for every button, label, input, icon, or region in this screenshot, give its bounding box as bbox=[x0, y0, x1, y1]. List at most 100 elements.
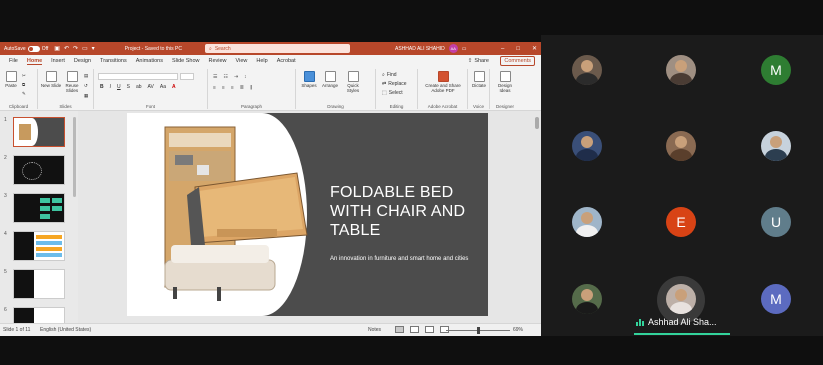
spacing-button[interactable]: AV bbox=[148, 84, 154, 90]
slide-thumbnail-4[interactable] bbox=[13, 231, 65, 261]
numbering-icon[interactable]: ☷ bbox=[223, 74, 227, 80]
group-clipboard: Paste ✂ ⧉ ✎ Clipboard bbox=[0, 69, 38, 109]
indent-icon[interactable]: ⇥ bbox=[234, 74, 238, 80]
search-box[interactable]: ⌕ Search bbox=[205, 44, 350, 53]
align-center-icon[interactable]: ≡ bbox=[222, 85, 225, 91]
paste-icon bbox=[5, 71, 17, 82]
zoom-level[interactable]: 69% bbox=[513, 327, 523, 333]
tab-home[interactable]: Home bbox=[26, 58, 43, 65]
tab-view[interactable]: View bbox=[236, 58, 248, 64]
redo-icon[interactable]: ↷ bbox=[73, 45, 78, 52]
save-icon[interactable]: ▣ bbox=[54, 45, 60, 52]
arrange-button[interactable]: Arrange bbox=[320, 71, 340, 88]
columns-icon[interactable]: ⫼ bbox=[250, 85, 252, 91]
paste-button[interactable]: Paste bbox=[3, 71, 19, 88]
dictate-button[interactable]: Dictate bbox=[470, 71, 488, 88]
participant-1[interactable] bbox=[572, 55, 602, 85]
cut-icon[interactable]: ✂ bbox=[22, 73, 26, 79]
share-label: Share bbox=[474, 58, 489, 64]
current-slide[interactable]: FOLDABLE BED WITH CHAIR AND TABLE An inn… bbox=[127, 113, 488, 316]
replace-button[interactable]: ⇄ Replace bbox=[382, 81, 407, 87]
bullets-icon[interactable]: ☰ bbox=[213, 74, 217, 80]
font-size-input[interactable] bbox=[180, 73, 194, 80]
font-color-button[interactable]: A bbox=[172, 84, 176, 90]
slide-thumbnail-3[interactable] bbox=[13, 193, 65, 223]
slide-sorter-icon[interactable] bbox=[410, 326, 419, 333]
participant-m2[interactable]: M bbox=[761, 284, 791, 314]
italic-button[interactable]: I bbox=[110, 84, 111, 90]
participant-5[interactable] bbox=[666, 131, 696, 161]
participant-m[interactable]: M bbox=[761, 55, 791, 85]
reading-view-icon[interactable] bbox=[425, 326, 434, 333]
comments-button[interactable]: Comments bbox=[500, 56, 535, 66]
maximize-icon[interactable]: □ bbox=[516, 46, 520, 52]
thumbnail-scrollbar[interactable] bbox=[73, 117, 76, 197]
select-button[interactable]: ⬚ Select bbox=[382, 90, 403, 96]
present-icon[interactable]: ▭ bbox=[82, 45, 88, 52]
reuse-slides-icon bbox=[66, 71, 78, 82]
participant-10[interactable] bbox=[572, 284, 602, 314]
quick-styles-button[interactable]: Quick Styles bbox=[342, 71, 364, 93]
slide-thumbnail-5[interactable] bbox=[13, 269, 65, 299]
tab-transitions[interactable]: Transitions bbox=[100, 58, 127, 64]
create-pdf-button[interactable]: Create and Share Adobe PDF bbox=[421, 71, 465, 93]
autosave-toggle[interactable]: AutoSave Off bbox=[4, 45, 48, 52]
participant-u[interactable]: U bbox=[761, 207, 791, 237]
slide-subtitle[interactable]: An innovation in furniture and smart hom… bbox=[330, 255, 480, 263]
copy-icon[interactable]: ⧉ bbox=[22, 82, 25, 87]
slide-thumbnail-pane[interactable]: 1 2 3 4 5 6 bbox=[0, 111, 78, 323]
find-button[interactable]: ⌕ Find bbox=[382, 72, 397, 78]
shadow-button[interactable]: ab bbox=[136, 84, 142, 90]
slide-thumbnail-1[interactable] bbox=[13, 117, 65, 147]
tab-help[interactable]: Help bbox=[256, 58, 267, 64]
strikethrough-button[interactable]: S bbox=[127, 84, 130, 90]
close-icon[interactable]: ✕ bbox=[532, 45, 537, 52]
reset-icon[interactable]: ↺ bbox=[84, 83, 88, 89]
change-case-button[interactable]: Aa bbox=[160, 84, 166, 90]
shapes-button[interactable]: Shapes bbox=[299, 71, 319, 88]
reuse-slides-button[interactable]: Reuse Slides bbox=[62, 71, 82, 93]
align-right-icon[interactable]: ≡ bbox=[231, 85, 234, 91]
tab-review[interactable]: Review bbox=[209, 58, 227, 64]
normal-view-icon[interactable] bbox=[395, 326, 404, 333]
tab-insert[interactable]: Insert bbox=[51, 58, 65, 64]
share-button[interactable]: ⇪ Share bbox=[468, 56, 489, 66]
participant-4[interactable] bbox=[572, 131, 602, 161]
canvas-scrollbar[interactable] bbox=[535, 117, 539, 129]
slide-thumbnail-6[interactable] bbox=[13, 307, 65, 323]
participant-2[interactable] bbox=[666, 55, 696, 85]
participant-6[interactable] bbox=[761, 131, 791, 161]
participant-e[interactable]: E bbox=[666, 207, 696, 237]
tab-acrobat[interactable]: Acrobat bbox=[277, 58, 296, 64]
format-painter-icon[interactable]: ✎ bbox=[22, 91, 26, 97]
font-name-input[interactable] bbox=[98, 73, 178, 80]
language-indicator[interactable]: English (United States) bbox=[40, 327, 91, 333]
user-account[interactable]: ASHHAD ALI SHAHID AA ▭ bbox=[395, 42, 466, 55]
section-icon[interactable]: ▦ bbox=[84, 93, 88, 99]
design-ideas-button[interactable]: Design Ideas bbox=[492, 71, 518, 93]
new-slide-button[interactable]: New Slide bbox=[40, 71, 62, 88]
group-label-slides: Slides bbox=[59, 104, 72, 109]
align-left-icon[interactable]: ≡ bbox=[213, 85, 216, 91]
tab-slide-show[interactable]: Slide Show bbox=[172, 58, 200, 64]
slide-editing-area[interactable]: FOLDABLE BED WITH CHAIR AND TABLE An inn… bbox=[78, 111, 541, 323]
active-speaker-avatar[interactable] bbox=[666, 284, 696, 314]
tab-animations[interactable]: Animations bbox=[136, 58, 163, 64]
underline-button[interactable]: U bbox=[117, 84, 121, 90]
justify-icon[interactable]: ≣ bbox=[240, 85, 244, 91]
notes-button[interactable]: Notes bbox=[368, 327, 381, 333]
ribbon-display-icon[interactable]: ▭ bbox=[462, 46, 467, 52]
thumb-number: 4 bbox=[4, 231, 7, 237]
layout-icon[interactable]: ▤ bbox=[84, 73, 88, 79]
customize-icon[interactable]: ▾ bbox=[92, 45, 95, 52]
bold-button[interactable]: B bbox=[100, 84, 104, 90]
undo-icon[interactable]: ↶ bbox=[64, 45, 69, 52]
tab-design[interactable]: Design bbox=[74, 58, 91, 64]
tab-file[interactable]: File bbox=[9, 58, 18, 64]
participant-7[interactable] bbox=[572, 207, 602, 237]
minimize-icon[interactable]: – bbox=[501, 46, 504, 52]
zoom-slider-handle[interactable] bbox=[477, 327, 480, 334]
slide-title[interactable]: FOLDABLE BED WITH CHAIR AND TABLE bbox=[330, 183, 480, 240]
line-spacing-icon[interactable]: ↕ bbox=[244, 74, 247, 80]
slide-thumbnail-2[interactable] bbox=[13, 155, 65, 185]
